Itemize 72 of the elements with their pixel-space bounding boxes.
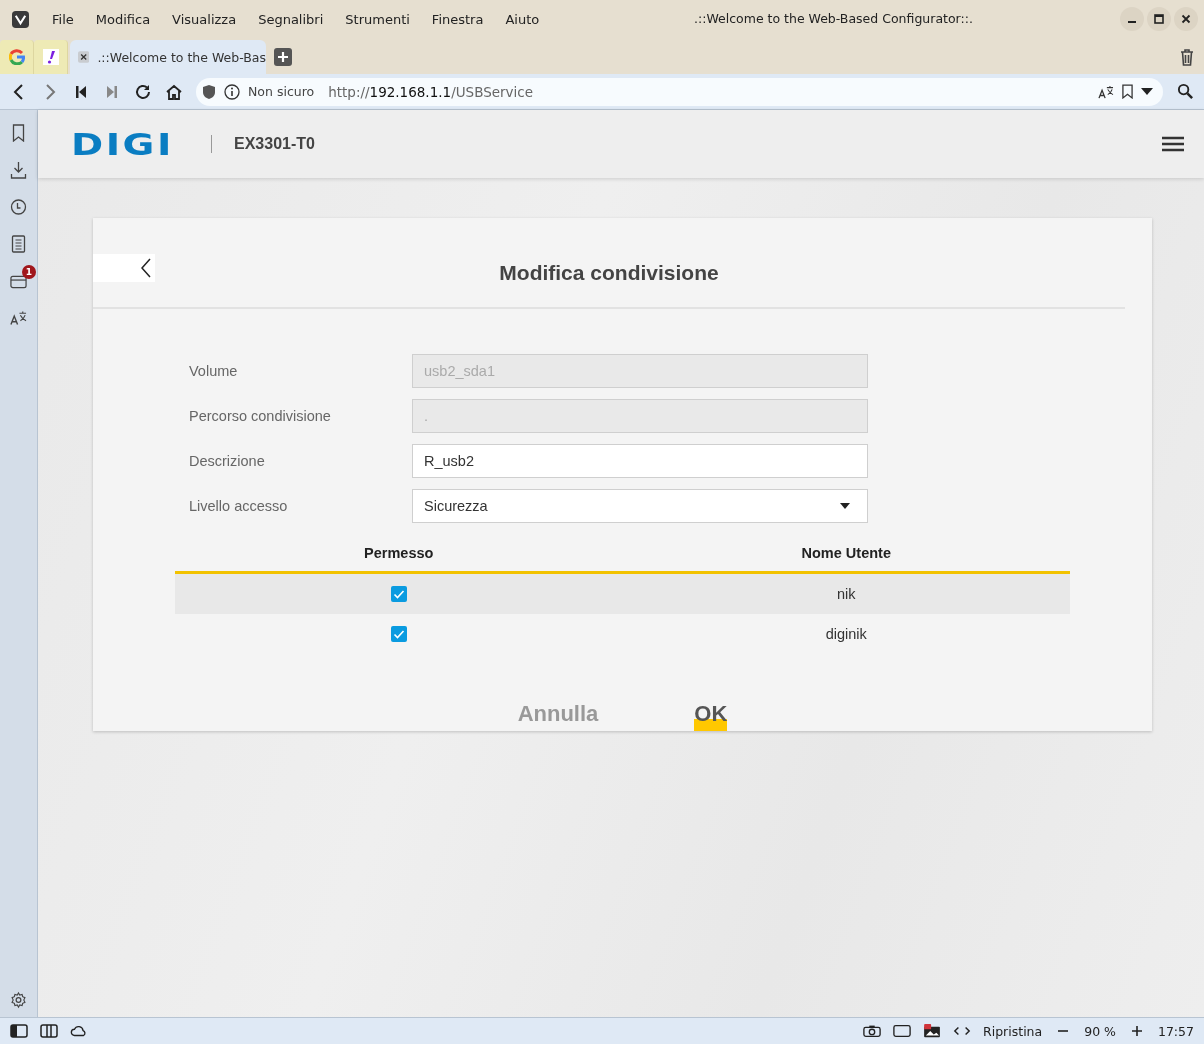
notification-badge: 1 <box>22 265 36 279</box>
address-field[interactable]: Non sicuro http://192.168.1.1/USBService <box>196 77 1163 106</box>
dropdown-arrow-icon <box>840 503 850 509</box>
minimize-button[interactable] <box>1120 7 1144 31</box>
menu-icon[interactable] <box>1162 136 1184 152</box>
table-cell: nik <box>836 586 856 602</box>
camera-icon[interactable] <box>863 1024 881 1038</box>
browser-tab[interactable]: .::Welcome to the Web-Bas <box>70 40 266 74</box>
table-cell: diginik <box>825 626 867 642</box>
menu-item[interactable]: Aiuto <box>494 11 551 27</box>
info-icon <box>224 83 240 100</box>
shield-icon <box>202 83 216 100</box>
menu-item[interactable]: Finestra <box>420 11 495 27</box>
checkbox[interactable] <box>390 586 407 602</box>
dropdown-icon[interactable] <box>1141 87 1153 96</box>
table-row[interactable]: nik <box>175 574 1070 614</box>
field-label: Percorso condivisione <box>189 408 332 424</box>
pinned-tab[interactable] <box>34 40 68 74</box>
security-label: Non sicuro <box>248 84 315 99</box>
new-tab-icon[interactable] <box>274 48 292 66</box>
maximize-icon <box>1154 14 1164 24</box>
search-icon[interactable] <box>1177 83 1194 100</box>
bookmark-icon[interactable] <box>10 124 27 142</box>
trash-icon[interactable] <box>1180 48 1194 66</box>
url-text: http://192.168.1.1/USBService <box>328 83 534 100</box>
field-label: Livello accesso <box>189 498 289 514</box>
column-header: Permesso <box>363 545 435 561</box>
menu-item[interactable]: File <box>41 11 85 27</box>
window-icon[interactable] <box>893 1024 911 1038</box>
clock-time: 17:57 <box>1157 1023 1194 1039</box>
home-icon[interactable] <box>165 82 183 101</box>
menu-item[interactable]: Segnalibri <box>247 11 335 27</box>
maximize-button[interactable] <box>1147 7 1171 31</box>
image-icon[interactable] <box>923 1024 941 1038</box>
browser-logo-icon[interactable] <box>12 10 29 28</box>
download-icon[interactable] <box>10 161 27 179</box>
translate-icon[interactable] <box>1098 84 1114 99</box>
column-header: Nome Utente <box>800 545 892 561</box>
minimize-icon <box>1128 21 1136 23</box>
field-label: Descrizione <box>189 453 266 469</box>
reload-icon[interactable] <box>134 82 152 101</box>
close-button[interactable] <box>1174 7 1198 31</box>
bookmark-icon[interactable] <box>1122 84 1133 99</box>
menu-item[interactable]: Strumenti <box>334 11 421 27</box>
checkbox[interactable] <box>390 626 407 642</box>
menu-item[interactable]: Visualizza <box>161 11 248 27</box>
back-button[interactable] <box>93 254 155 282</box>
exclamation-icon <box>42 49 59 65</box>
menu-item[interactable]: Modifica <box>84 11 162 27</box>
tiling-icon[interactable] <box>40 1024 58 1038</box>
panel-toggle-icon[interactable] <box>10 1024 28 1038</box>
window-title: .::Welcome to the Web-Based Configurator::. <box>694 11 973 26</box>
brand-logo: DIGI <box>71 128 175 160</box>
cloud-icon[interactable] <box>70 1024 88 1038</box>
chevron-left-icon <box>141 258 151 278</box>
pinned-tab[interactable] <box>0 40 34 74</box>
clock-icon[interactable] <box>10 198 27 216</box>
select-field[interactable]: Sicurezza <box>412 489 868 523</box>
settings-icon[interactable] <box>10 991 27 1009</box>
model-name: EX3301-T0 <box>234 135 315 153</box>
close-icon[interactable] <box>78 48 90 66</box>
notes-icon[interactable] <box>10 235 27 253</box>
text-field[interactable]: R_usb2 <box>412 444 868 478</box>
zoom-level: 90 % <box>1084 1023 1116 1039</box>
dialog-title: Modifica condivisione <box>499 261 719 285</box>
code-icon[interactable] <box>953 1024 971 1038</box>
table-row[interactable]: diginik <box>175 614 1070 654</box>
close-icon <box>1181 14 1191 24</box>
field-label: Volume <box>189 363 239 379</box>
translate-icon[interactable] <box>10 309 27 327</box>
colored-ring-icon <box>8 49 25 65</box>
reset-zoom-link[interactable]: Ripristina <box>983 1023 1043 1039</box>
